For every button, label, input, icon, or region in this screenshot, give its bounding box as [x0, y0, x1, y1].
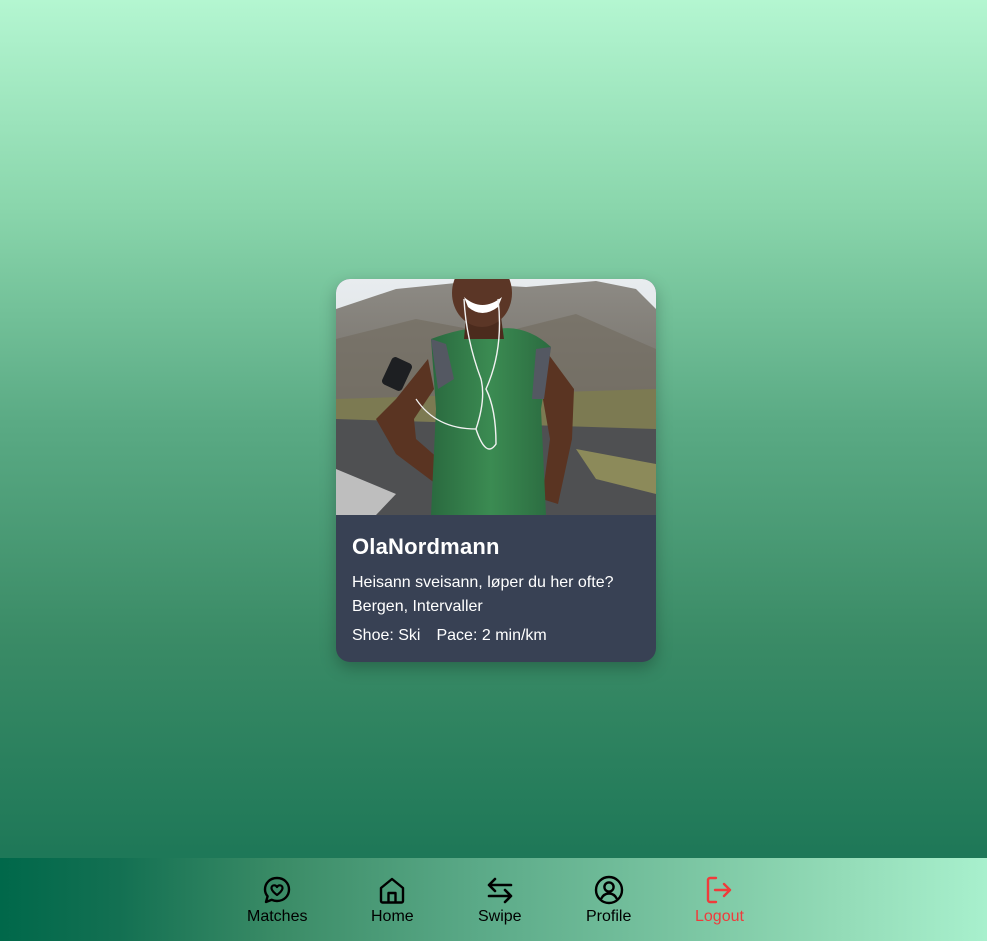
profile-shoe: Shoe: Ski — [352, 627, 421, 644]
profile-pace: Pace: 2 min/km — [436, 627, 547, 644]
bottom-nav: Matches Home Swipe Profile Logout — [0, 858, 987, 941]
nav-profile-label: Profile — [586, 908, 632, 925]
profile-card[interactable]: OlaNordmann Heisann sveisann, løper du h… — [336, 279, 656, 662]
nav-swipe-label: Swipe — [478, 908, 522, 925]
user-circle-icon — [594, 875, 623, 905]
logout-icon — [707, 876, 732, 904]
swap-arrows-icon — [487, 877, 513, 904]
nav-home[interactable]: Home — [371, 874, 414, 926]
nav-matches-label: Matches — [247, 908, 308, 925]
nav-matches[interactable]: Matches — [247, 874, 307, 926]
nav-swipe[interactable]: Swipe — [478, 874, 522, 926]
profile-info: OlaNordmann Heisann sveisann, løper du h… — [352, 515, 640, 645]
chat-heart-icon — [264, 876, 291, 904]
nav-logout-label: Logout — [695, 908, 744, 925]
profile-photo — [336, 279, 656, 515]
profile-bio: Heisann sveisann, løper du her ofte? — [352, 574, 614, 591]
nav-logout[interactable]: Logout — [695, 874, 744, 926]
profile-stats: Shoe: Ski Pace: 2 min/km — [352, 627, 640, 645]
profile-name: OlaNordmann — [352, 534, 500, 559]
nav-home-label: Home — [371, 908, 414, 925]
profile-meta: Bergen, Intervaller — [352, 598, 483, 615]
nav-profile[interactable]: Profile — [586, 874, 631, 926]
home-icon — [380, 877, 405, 904]
